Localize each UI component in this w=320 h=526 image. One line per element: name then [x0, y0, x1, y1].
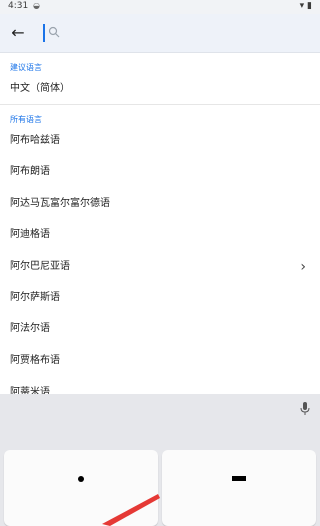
list-item-label: 阿法尔语	[10, 323, 50, 334]
list-item-label: 阿迪格语	[10, 229, 50, 240]
list-item[interactable]: 阿布朗语	[0, 157, 320, 187]
notification-icon: ◒	[33, 1, 40, 10]
list-item[interactable]: 阿达马瓦富尔富尔德语	[0, 189, 320, 219]
list-item[interactable]: 阿贾格布语	[0, 346, 320, 376]
annotation-arrow-icon	[102, 494, 160, 526]
microphone-icon[interactable]	[300, 402, 310, 416]
list-item[interactable]: 阿尔巴尼亚语 ›	[0, 252, 320, 282]
dot-icon	[78, 476, 84, 482]
suggested-languages-header: 建议语言	[10, 63, 42, 72]
list-item-label: 中文（简体）	[10, 83, 70, 94]
list-item-label: 阿尔萨斯语	[10, 292, 60, 303]
list-item[interactable]: 阿尔萨斯语	[0, 283, 320, 313]
list-item[interactable]: 阿布哈兹语	[0, 126, 320, 156]
section-divider	[0, 104, 320, 105]
language-picker-screen: 4:31 ◒ ▾ ▮ ← 建议语言 中文（简体） 所有语言 阿布哈兹语 阿布朗语…	[0, 0, 320, 526]
all-languages-header: 所有语言	[10, 115, 42, 124]
list-item-label: 阿贾格布语	[10, 355, 60, 366]
list-item[interactable]: 阿迪格语	[0, 220, 320, 250]
status-bar: 4:31 ◒ ▾ ▮	[0, 0, 320, 14]
dash-key[interactable]	[162, 450, 316, 526]
list-item[interactable]: 中文（简体）	[0, 74, 320, 104]
status-time: 4:31	[8, 1, 29, 11]
dash-icon	[232, 476, 246, 481]
list-item-label: 阿尔巴尼亚语	[10, 261, 70, 272]
list-item-label: 阿布哈兹语	[10, 135, 60, 146]
list-item-label: 阿达马瓦富尔富尔德语	[10, 198, 110, 209]
search-input[interactable]	[42, 22, 312, 44]
list-item[interactable]: 阿法尔语	[0, 314, 320, 344]
back-arrow-icon[interactable]: ←	[8, 23, 28, 43]
search-toolbar: ←	[0, 14, 320, 53]
wifi-battery-icon: ▾ ▮	[299, 1, 312, 11]
list-item-label: 阿布朗语	[10, 166, 50, 177]
chevron-right-icon: ›	[300, 259, 306, 275]
